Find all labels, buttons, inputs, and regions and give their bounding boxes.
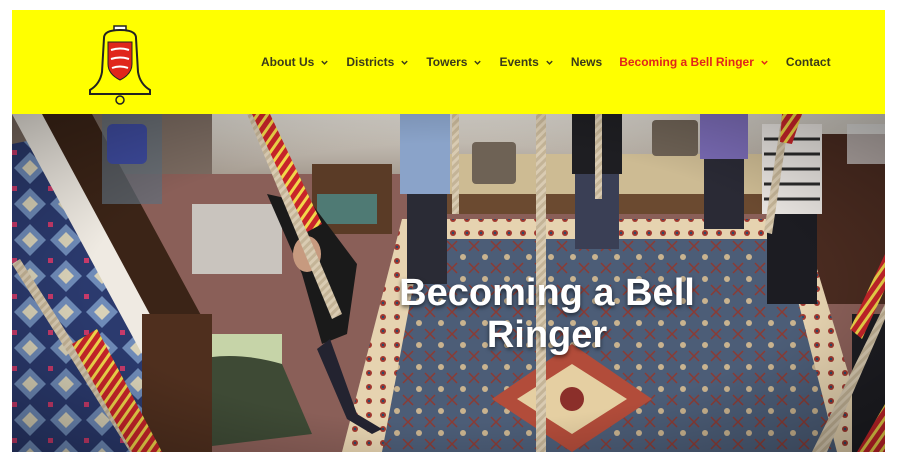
nav-item-districts[interactable]: Districts xyxy=(346,55,409,69)
chevron-down-icon xyxy=(321,60,329,65)
hero-title: Becoming a Bell Ringer xyxy=(399,272,695,357)
chevron-down-icon xyxy=(474,60,482,65)
hero-banner: Becoming a Bell Ringer xyxy=(12,114,885,452)
nav-item-label: News xyxy=(570,55,603,69)
nav-item-news[interactable]: News xyxy=(571,55,602,69)
nav-item-contact[interactable]: Contact xyxy=(786,55,831,69)
nav-item-label: About Us xyxy=(261,55,315,69)
nav-item-label: Events xyxy=(499,55,539,69)
chevron-down-icon xyxy=(401,60,409,65)
chevron-down-icon xyxy=(761,60,768,65)
nav-item-label: Contact xyxy=(785,55,831,69)
main-nav: About Us Districts Towers Events News Becomin… xyxy=(261,53,831,71)
nav-item-about-us[interactable]: About Us xyxy=(261,55,329,69)
nav-item-label: Becoming a Bell Ringer xyxy=(619,55,754,69)
nav-item-events[interactable]: Events xyxy=(499,55,553,69)
page-frame: About Us Districts Towers Events News Becomin… xyxy=(12,10,885,452)
nav-item-towers[interactable]: Towers xyxy=(426,55,482,69)
bell-shield-logo-icon xyxy=(89,25,151,105)
site-header: About Us Districts Towers Events News Becomin… xyxy=(12,10,885,114)
nav-item-label: Towers xyxy=(426,55,468,69)
nav-item-becoming-a-bell-ringer[interactable]: Becoming a Bell Ringer xyxy=(619,55,769,69)
nav-item-label: Districts xyxy=(346,55,395,69)
site-logo[interactable] xyxy=(84,20,156,106)
chevron-down-icon xyxy=(546,60,553,65)
